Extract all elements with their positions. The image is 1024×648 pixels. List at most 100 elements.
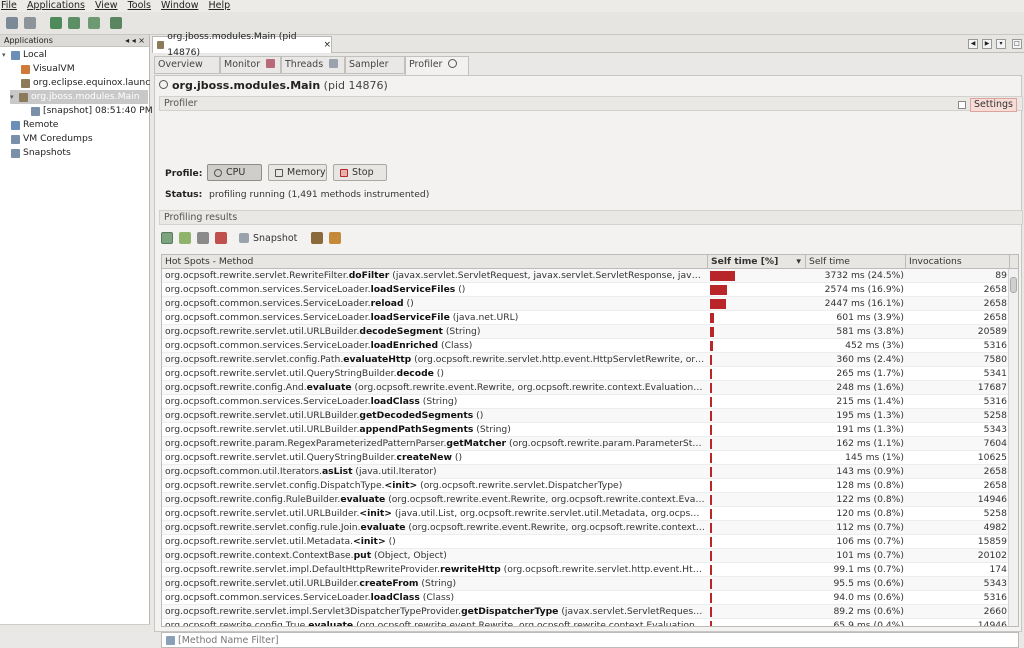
table-row[interactable]: org.ocpsoft.rewrite.servlet.util.URLBuil…	[162, 423, 1010, 437]
tab-profiler[interactable]: Profiler	[405, 56, 469, 75]
tree-item-icon	[11, 120, 20, 130]
thread-dump-button-icon[interactable]	[329, 232, 342, 244]
load-snapshot-icon[interactable]	[24, 17, 36, 29]
table-row[interactable]: org.ocpsoft.rewrite.servlet.impl.Default…	[162, 563, 1010, 577]
scrollbar-thumb[interactable]	[1010, 277, 1017, 293]
load-application-icon[interactable]	[6, 17, 18, 29]
table-row[interactable]: org.ocpsoft.rewrite.servlet.util.URLBuil…	[162, 325, 1010, 339]
table-row[interactable]: org.ocpsoft.rewrite.servlet.RewriteFilte…	[162, 269, 1010, 283]
settings-toggle[interactable]: Settings	[958, 98, 1017, 112]
table-row[interactable]: org.ocpsoft.rewrite.config.True.evaluate…	[162, 619, 1010, 626]
table-row[interactable]: org.ocpsoft.rewrite.servlet.impl.Servlet…	[162, 605, 1010, 619]
self-time-cell: 120 ms (0.8%)	[836, 508, 904, 519]
method-args: (org.ocpsoft.rewrite.event.Rewrite, org.…	[385, 494, 705, 505]
method-name: decodeSegment	[359, 326, 443, 337]
table-row[interactable]: org.ocpsoft.common.services.ServiceLoade…	[162, 283, 1010, 297]
tree-item[interactable]: [snapshot] 08:51:40 PM	[22, 104, 153, 118]
menu-window[interactable]: Window	[161, 0, 198, 11]
tree-item[interactable]: Snapshots	[2, 146, 71, 160]
snapshot-icon	[239, 233, 249, 243]
show-opened-documents-icon[interactable]: ▾	[996, 39, 1006, 49]
table-row[interactable]: org.ocpsoft.rewrite.param.RegexParameter…	[162, 437, 1010, 451]
menu-applications[interactable]: Applications	[27, 0, 85, 11]
add-jmx-icon[interactable]	[110, 17, 122, 29]
column-self-time-percent-label: Self time [%]	[711, 256, 779, 267]
column-method[interactable]: Hot Spots - Method	[162, 255, 708, 269]
view-tabs: Overview Monitor Threads Sampler Profile…	[154, 56, 1024, 84]
method-args: (java.util.Iterator)	[352, 466, 437, 477]
tree-item[interactable]: ▾ Local	[2, 48, 47, 62]
tree-item-label: Snapshots	[23, 147, 71, 158]
tree-item[interactable]: Remote	[2, 118, 58, 132]
table-row[interactable]: org.ocpsoft.common.services.ServiceLoade…	[162, 297, 1010, 311]
auto-refresh-icon[interactable]	[179, 232, 191, 244]
tab-overview[interactable]: Overview	[154, 56, 220, 84]
column-self-time[interactable]: Self time	[806, 255, 906, 269]
tree-item[interactable]: ▾ org.jboss.modules.Main	[10, 90, 148, 104]
settings-checkbox[interactable]	[958, 101, 967, 109]
table-row[interactable]: org.ocpsoft.rewrite.servlet.util.URLBuil…	[162, 409, 1010, 423]
tree-item[interactable]: org.eclipse.equinox.launc	[12, 76, 150, 90]
column-invocations[interactable]: Invocations	[906, 255, 1010, 269]
menu-view[interactable]: View	[95, 0, 118, 11]
document-tab[interactable]: org.jboss.modules.Main (pid 14876) ×	[152, 31, 332, 58]
heap-dump-icon[interactable]	[50, 17, 62, 29]
table-row[interactable]: org.ocpsoft.rewrite.context.ContextBase.…	[162, 549, 1010, 563]
method-name: appendPathSegments	[359, 424, 474, 435]
invocations-cell: 5316	[983, 396, 1007, 407]
method-name-filter[interactable]: [Method Name Filter]	[161, 632, 1019, 648]
tab-threads[interactable]: Threads	[281, 56, 345, 74]
table-row[interactable]: org.ocpsoft.common.services.ServiceLoade…	[162, 591, 1010, 605]
update-results-icon[interactable]	[161, 232, 173, 244]
table-row[interactable]: org.ocpsoft.rewrite.servlet.util.QuerySt…	[162, 367, 1010, 381]
table-row[interactable]: org.ocpsoft.rewrite.servlet.config.Dispa…	[162, 479, 1010, 493]
panel-controls-icon[interactable]: ◂ ◂ ×	[125, 35, 145, 47]
expand-toggle-icon[interactable]: ▾	[10, 90, 19, 104]
table-row[interactable]: org.ocpsoft.rewrite.servlet.util.URLBuil…	[162, 507, 1010, 521]
gc-icon[interactable]	[215, 232, 227, 244]
tab-monitor[interactable]: Monitor	[220, 56, 281, 74]
close-tab-icon[interactable]: ×	[323, 37, 331, 53]
table-row[interactable]: org.ocpsoft.common.services.ServiceLoade…	[162, 395, 1010, 409]
menu-tools[interactable]: Tools	[128, 0, 151, 11]
table-row[interactable]: org.ocpsoft.rewrite.servlet.config.rule.…	[162, 521, 1010, 535]
method-cell: org.ocpsoft.rewrite.servlet.util.URLBuil…	[165, 423, 705, 437]
tree-item-label: [snapshot] 08:51:40 PM	[43, 105, 153, 116]
tree-item[interactable]: VisualVM	[12, 62, 75, 76]
self-time-cell: 581 ms (3.8%)	[836, 326, 904, 337]
snapshot-button[interactable]: Snapshot	[239, 233, 297, 244]
thread-dump-icon[interactable]	[68, 17, 80, 29]
menu-help[interactable]: Help	[209, 0, 231, 11]
memory-button[interactable]: Memory	[268, 164, 327, 181]
table-row[interactable]: org.ocpsoft.rewrite.servlet.util.Metadat…	[162, 535, 1010, 549]
expand-toggle-icon[interactable]: ▾	[2, 48, 11, 62]
invocations-cell: 5258	[983, 410, 1007, 421]
method-class: org.ocpsoft.common.services.ServiceLoade…	[165, 284, 371, 295]
tab-sampler[interactable]: Sampler	[345, 56, 405, 84]
table-row[interactable]: org.ocpsoft.rewrite.servlet.util.URLBuil…	[162, 577, 1010, 591]
heap-dump-button-icon[interactable]	[311, 232, 324, 244]
column-chooser-icon[interactable]	[1010, 255, 1018, 269]
stop-button[interactable]: Stop	[333, 164, 387, 181]
column-self-time-percent[interactable]: Self time [%] ▾	[708, 255, 806, 269]
table-row[interactable]: org.ocpsoft.rewrite.config.And.evaluate …	[162, 381, 1010, 395]
table-row[interactable]: org.ocpsoft.rewrite.config.RuleBuilder.e…	[162, 493, 1010, 507]
tree-item[interactable]: VM Coredumps	[2, 132, 93, 146]
table-row[interactable]: org.ocpsoft.rewrite.servlet.config.Path.…	[162, 353, 1010, 367]
settings-button[interactable]: Settings	[970, 98, 1017, 112]
tree-item-icon	[11, 50, 20, 60]
cpu-button[interactable]: CPU	[207, 164, 262, 181]
scroll-left-icon[interactable]: ◀	[968, 39, 978, 49]
table-row[interactable]: org.ocpsoft.rewrite.servlet.util.QuerySt…	[162, 451, 1010, 465]
maximize-window-icon[interactable]: □	[1012, 39, 1022, 49]
application-snapshot-icon[interactable]	[88, 17, 100, 29]
table-row[interactable]: org.ocpsoft.common.services.ServiceLoade…	[162, 311, 1010, 325]
menu-file[interactable]: File	[1, 0, 17, 11]
reset-results-icon[interactable]	[197, 232, 209, 244]
self-time-bar	[710, 341, 713, 351]
scroll-right-icon[interactable]: ▶	[982, 39, 992, 49]
table-row[interactable]: org.ocpsoft.common.services.ServiceLoade…	[162, 339, 1010, 353]
horizontal-scrollbar[interactable]	[0, 624, 150, 632]
table-row[interactable]: org.ocpsoft.common.util.Iterators.asList…	[162, 465, 1010, 479]
vertical-scrollbar[interactable]	[1008, 269, 1018, 626]
